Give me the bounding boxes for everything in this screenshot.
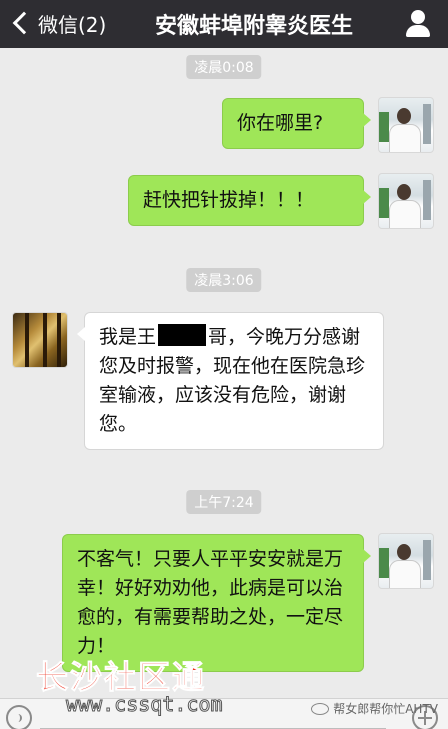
person-icon[interactable] — [406, 10, 430, 38]
message-bubble-received[interactable]: 我是王 哥，今晚万分感谢您及时报警，现在他在医院急珍室输液，应该没有危险，谢谢您。 — [77, 312, 384, 450]
site-url-watermark: www.cssqt.com — [66, 692, 224, 717]
timestamp: 凌晨0:08 — [186, 55, 262, 79]
redaction-box — [158, 324, 207, 346]
wechat-source-label: 帮女郎帮你忙AHTV — [333, 702, 438, 716]
voice-icon[interactable] — [6, 705, 32, 729]
message-text: 我是王 — [99, 326, 157, 348]
timestamp: 凌晨3:06 — [186, 268, 262, 292]
message-bubble-sent[interactable]: 赶快把针拔掉！！！ — [128, 175, 371, 226]
chat-title: 安徽蚌埠附睾炎医生 — [154, 14, 353, 39]
doctor-avatar[interactable] — [378, 533, 434, 589]
wechat-source-watermark: 帮女郎帮你忙AHTV — [311, 700, 438, 717]
wechat-icon — [311, 702, 330, 715]
timestamp: 上午7:24 — [186, 490, 262, 514]
doctor-avatar[interactable] — [378, 173, 434, 229]
top-bar: 微信(2) 安徽蚌埠附睾炎医生 — [0, 0, 448, 48]
doctor-avatar[interactable] — [378, 97, 434, 153]
message-bubble-sent[interactable]: 你在哪里? — [222, 98, 371, 149]
sender-avatar[interactable] — [12, 312, 68, 368]
